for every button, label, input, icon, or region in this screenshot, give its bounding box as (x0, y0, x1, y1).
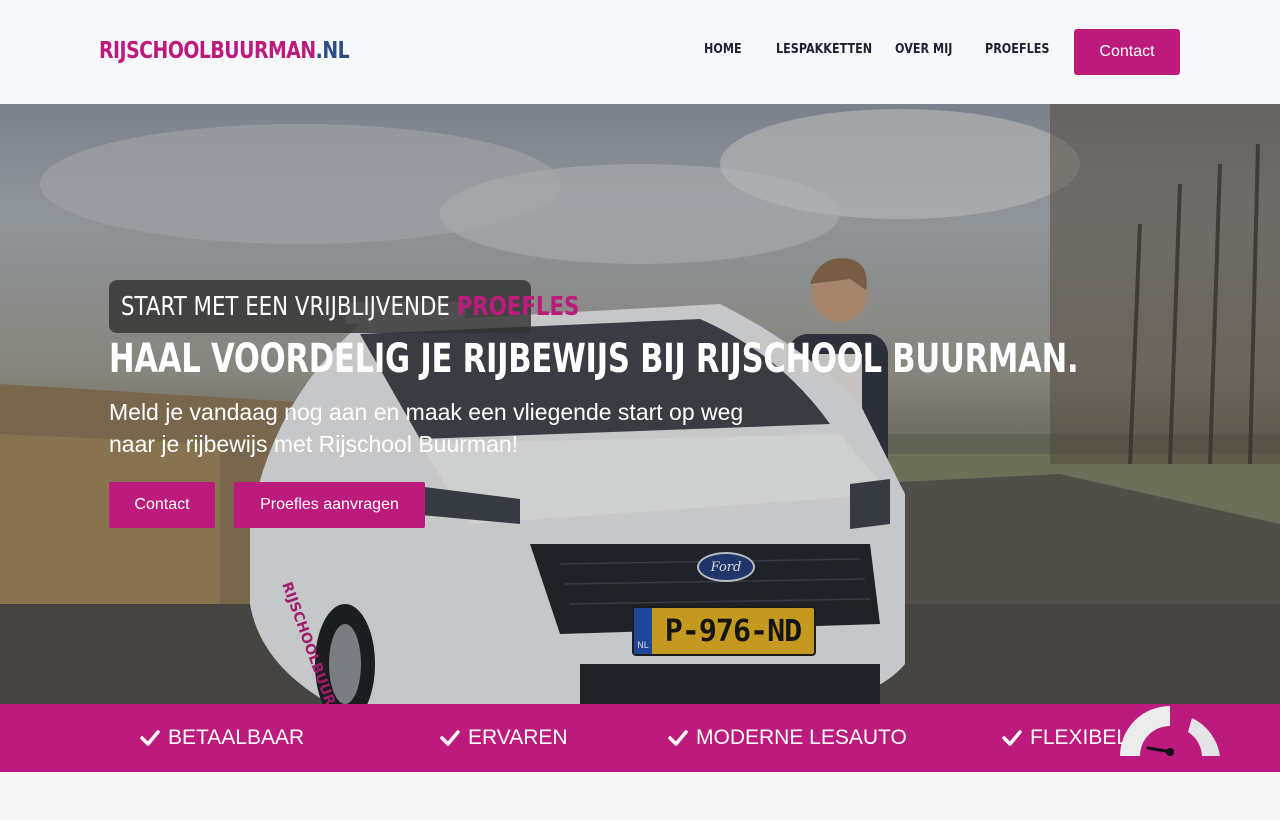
header-contact-button[interactable]: Contact (1074, 29, 1180, 75)
hero-proefles-button[interactable]: Proefles aanvragen (234, 482, 425, 528)
speedometer-icon (1120, 706, 1220, 756)
check-icon (1002, 730, 1022, 746)
site-header: RIJSCHOOLBUURMAN.NL HOME LESPAKKETTEN OV… (0, 0, 1280, 104)
hero-section: RIJSCHOOLBUURMAN Ford NL P-976-ND START … (0, 104, 1280, 704)
check-icon (440, 730, 460, 746)
nav-item-over-mij[interactable]: OVER MIJ (895, 42, 952, 57)
feature-ervaren: ERVAREN (440, 726, 568, 750)
hero-headline: HAAL VOORDELIG JE RIJBEWIJS BIJ RIJSCHOO… (109, 336, 1079, 382)
feature-betaalbaar: BETAALBAAR (140, 726, 304, 750)
next-section (0, 772, 1280, 820)
check-icon (668, 730, 688, 746)
nav-item-proefles[interactable]: PROEFLES (985, 42, 1049, 57)
hero-tagline: START MET EEN VRIJBLIJVENDE PROEFLES (109, 280, 579, 333)
hero-contact-button[interactable]: Contact (109, 482, 215, 528)
feature-bar: BETAALBAAR ERVAREN MODERNE LESAUTO FLEXI… (0, 704, 1280, 772)
feature-moderne-lesauto: MODERNE LESAUTO (668, 726, 907, 750)
tagline-highlight: PROEFLES (456, 291, 580, 322)
tagline-prefix: START MET EEN VRIJBLIJVENDE (121, 291, 450, 322)
nav-item-home[interactable]: HOME (704, 42, 742, 57)
nav-item-lespakketten[interactable]: LESPAKKETTEN (776, 42, 872, 57)
check-icon (140, 730, 160, 746)
hero-subtext: Meld je vandaag nog aan en maak een vlie… (109, 399, 744, 457)
feature-flexibel: FLEXIBEL (1002, 726, 1128, 750)
